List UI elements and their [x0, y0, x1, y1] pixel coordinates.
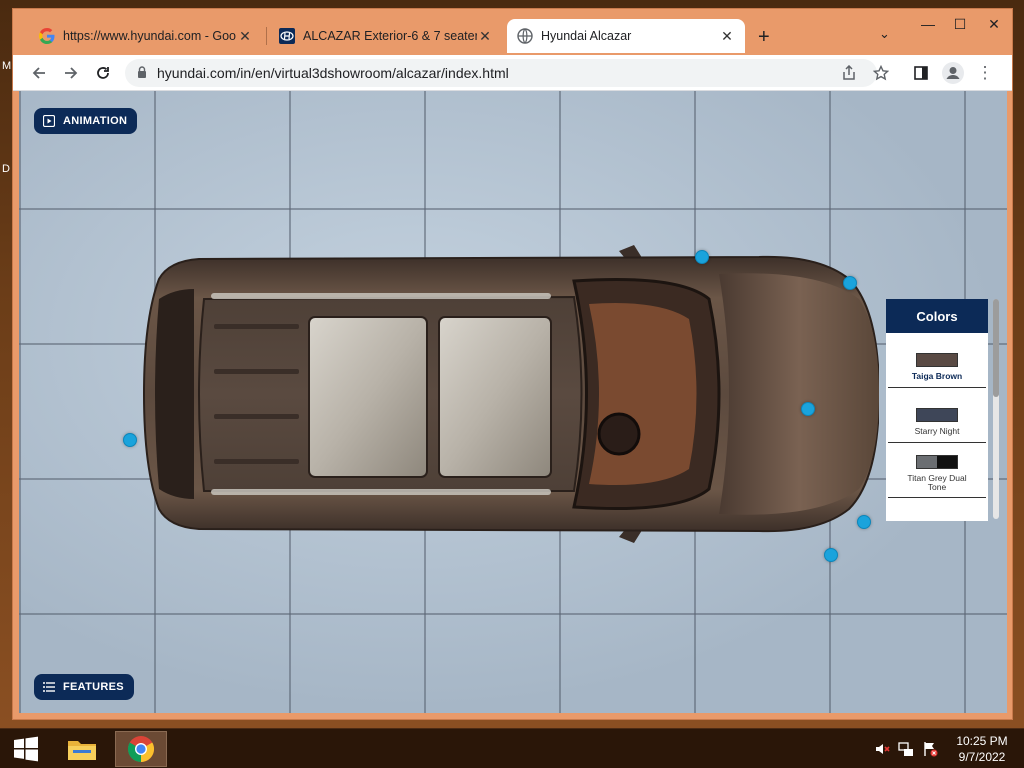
- hotspot-rear[interactable]: [123, 433, 137, 447]
- tab-alcazar-exterior[interactable]: ALCAZAR Exterior-6 & 7 seater p ✕: [269, 19, 503, 53]
- new-tab-button[interactable]: +: [758, 26, 770, 49]
- system-clock[interactable]: 10:25 PM 9/7/2022: [950, 733, 1014, 765]
- close-icon[interactable]: ✕: [477, 28, 493, 45]
- clock-time: 10:25 PM: [956, 734, 1008, 748]
- close-icon[interactable]: ✕: [237, 28, 253, 45]
- taskbar: 10:25 PM 9/7/2022: [0, 728, 1024, 768]
- colors-header: Colors: [886, 299, 988, 333]
- side-panel-icon[interactable]: [909, 61, 933, 85]
- lock-icon[interactable]: [137, 65, 147, 81]
- color-label: Titan Grey Dual Tone: [907, 473, 967, 492]
- play-icon: [42, 114, 56, 128]
- features-button[interactable]: FEATURES: [34, 674, 134, 700]
- colors-scrollbar[interactable]: [993, 299, 999, 519]
- color-label: Starry Night: [914, 426, 960, 436]
- color-label: Taiga Brown: [911, 371, 963, 381]
- hotspot-front-corner[interactable]: [857, 515, 871, 529]
- scrollbar-thumb[interactable]: [993, 299, 999, 397]
- color-option-titan-grey-dual-tone[interactable]: Titan Grey Dual Tone: [888, 443, 986, 498]
- close-icon[interactable]: ✕: [719, 28, 735, 45]
- minimize-button[interactable]: —: [913, 13, 943, 35]
- tab-title: Hyundai Alcazar: [541, 29, 632, 43]
- maximize-button[interactable]: ☐: [945, 13, 975, 35]
- address-bar[interactable]: hyundai.com/in/en/virtual3dshowroom/alca…: [125, 59, 877, 87]
- google-icon: [39, 28, 55, 44]
- hotspot-mirror[interactable]: [695, 250, 709, 264]
- tab-google[interactable]: https://www.hyundai.com - Goo ✕: [29, 19, 263, 53]
- muted-speaker-icon[interactable]: [870, 737, 894, 761]
- color-option-taiga-brown[interactable]: Taiga Brown: [888, 333, 986, 388]
- back-arrow-icon[interactable]: [27, 61, 51, 85]
- animation-button[interactable]: ANIMATION: [34, 108, 138, 134]
- kebab-menu-icon[interactable]: ⋮: [973, 61, 997, 85]
- globe-icon: [517, 28, 533, 44]
- share-icon[interactable]: [837, 61, 861, 85]
- browser-toolbar: hyundai.com/in/en/virtual3dshowroom/alca…: [13, 55, 1012, 91]
- browser-window: https://www.hyundai.com - Goo ✕ ALCAZAR …: [12, 8, 1013, 720]
- network-icon[interactable]: [894, 737, 918, 761]
- chrome-taskbar-icon[interactable]: [115, 731, 167, 767]
- tab-hyundai-alcazar[interactable]: Hyundai Alcazar ✕: [507, 19, 745, 53]
- file-explorer-icon[interactable]: [56, 731, 108, 767]
- desktop-label: D: [2, 163, 10, 175]
- forward-arrow-icon[interactable]: [59, 61, 83, 85]
- color-swatch: [916, 353, 958, 367]
- color-option-starry-night[interactable]: Starry Night: [888, 388, 986, 443]
- tab-title: ALCAZAR Exterior-6 & 7 seater p: [303, 29, 477, 43]
- color-swatch: [916, 408, 958, 422]
- action-center-flag-icon[interactable]: [918, 737, 942, 761]
- tab-separator: [266, 27, 267, 45]
- hotspot-wheel[interactable]: [824, 548, 838, 562]
- close-window-button[interactable]: ✕: [979, 13, 1009, 35]
- tab-title: https://www.hyundai.com - Goo: [63, 29, 236, 43]
- hotspot-headlamp[interactable]: [843, 276, 857, 290]
- showroom-viewport[interactable]: ANIMATION Colors Taiga Brown Starry Nigh…: [19, 91, 1007, 713]
- desktop-label: M: [2, 60, 12, 72]
- profile-avatar-icon[interactable]: [941, 61, 965, 85]
- chevron-down-icon[interactable]: ⌄: [879, 26, 890, 42]
- animation-label: ANIMATION: [63, 115, 128, 127]
- list-icon: [42, 680, 56, 694]
- hyundai-icon: [279, 28, 295, 44]
- colors-panel: Colors Taiga Brown Starry Night Titan Gr…: [886, 299, 988, 521]
- color-swatch: [916, 455, 958, 469]
- bookmark-star-icon[interactable]: [869, 61, 893, 85]
- features-label: FEATURES: [63, 681, 124, 693]
- reload-icon[interactable]: [91, 61, 115, 85]
- url-text: hyundai.com/in/en/virtual3dshowroom/alca…: [157, 65, 509, 81]
- tab-strip: https://www.hyundai.com - Goo ✕ ALCAZAR …: [13, 9, 1012, 55]
- hotspot-hood[interactable]: [801, 402, 815, 416]
- car-top-view[interactable]: [119, 219, 879, 569]
- clock-date: 9/7/2022: [958, 750, 1006, 764]
- windows-start-icon[interactable]: [0, 731, 52, 767]
- system-tray: [870, 729, 942, 768]
